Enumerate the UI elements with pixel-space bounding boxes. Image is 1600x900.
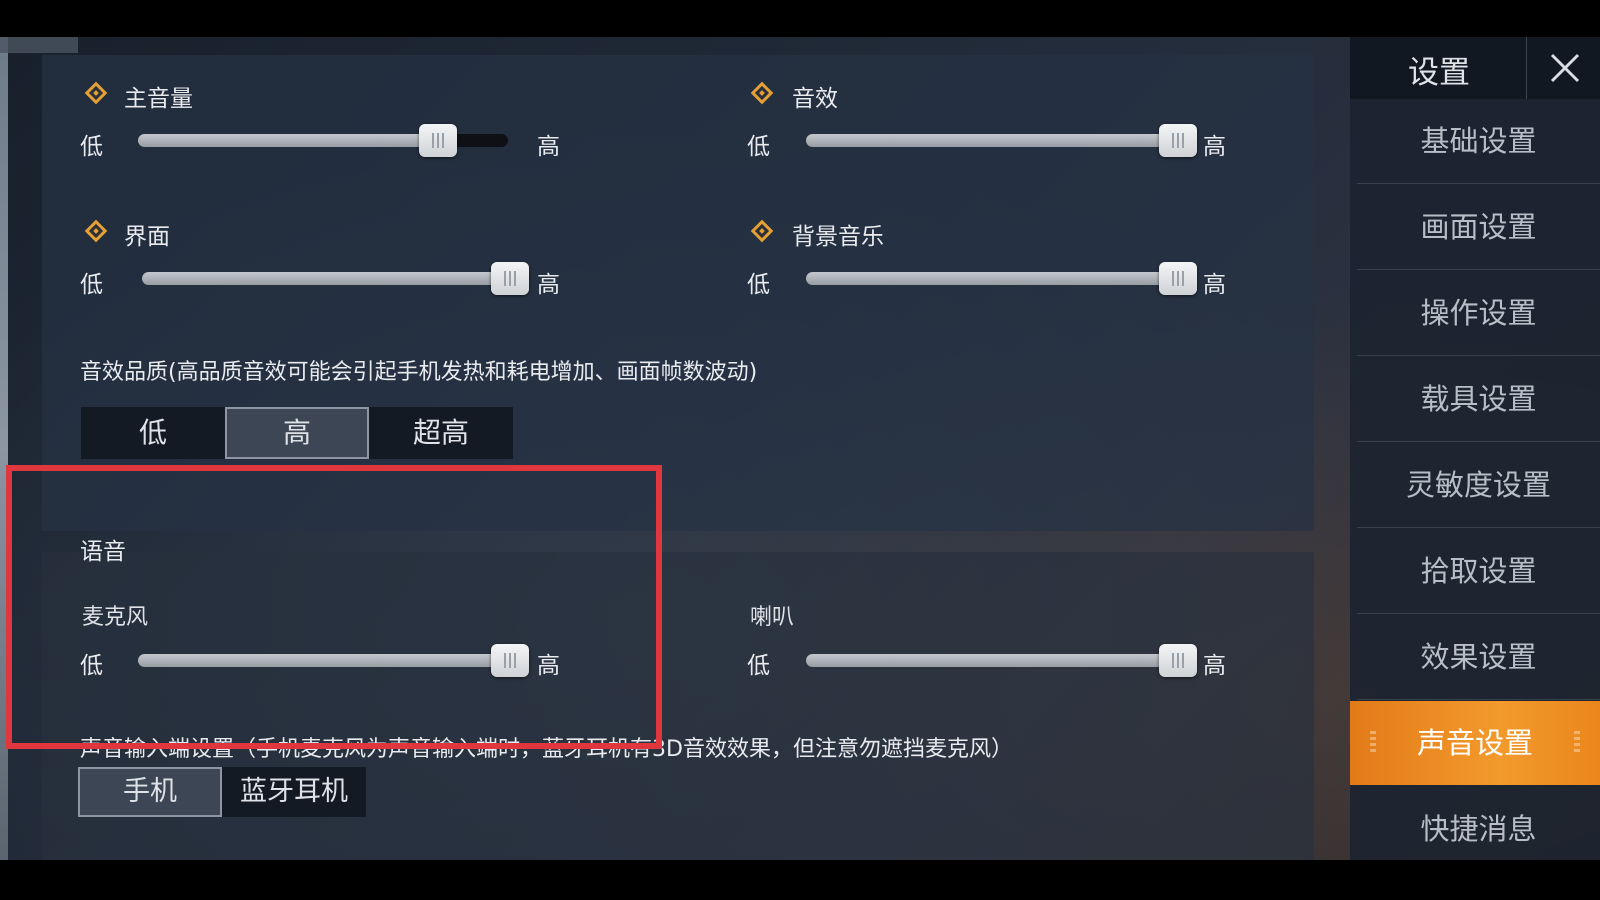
mic-volume-title: 麦克风 <box>82 605 149 630</box>
bgm-volume-fill <box>806 272 1178 285</box>
bgm-volume-slider[interactable] <box>806 262 1197 295</box>
mic-volume-fill <box>138 654 510 667</box>
quality-option-high[interactable]: 高 <box>225 407 369 459</box>
game-settings-screen: 主音量 低 高 音效 低 高 界面 低 高 背景音乐 低 高 音效品质(高品质音… <box>0 37 1600 860</box>
ui-volume-slider[interactable] <box>142 262 529 295</box>
sound-quality-title: 音效品质(高品质音效可能会引起手机发热和耗电增加、画面帧数波动) <box>80 360 758 385</box>
speaker-volume-thumb[interactable] <box>1159 644 1197 677</box>
settings-title: 设置 <box>1408 55 1470 91</box>
ui-volume-fill <box>142 272 510 285</box>
master-volume-title: 主音量 <box>124 86 193 112</box>
speaker-volume-slider[interactable] <box>806 644 1197 677</box>
bgm-volume-high-label: 高 <box>1203 272 1226 298</box>
ui-volume-low-label: 低 <box>80 272 103 298</box>
partial-header-fragment <box>0 37 78 53</box>
sound-quality-segmented-control: 低 高 超高 <box>81 407 513 459</box>
input-device-segmented-control: 手机 蓝牙耳机 <box>78 767 366 817</box>
speaker-volume-fill <box>806 654 1178 667</box>
sfx-volume-slider[interactable] <box>806 124 1197 157</box>
quality-option-ultra[interactable]: 超高 <box>369 407 513 459</box>
mic-volume-thumb[interactable] <box>491 644 529 677</box>
sfx-volume-title: 音效 <box>792 86 838 112</box>
input-option-phone[interactable]: 手机 <box>78 767 222 817</box>
master-volume-low-label: 低 <box>80 134 103 160</box>
volume-panel <box>42 55 1314 531</box>
master-volume-slider[interactable] <box>138 124 508 157</box>
speaker-volume-title: 喇叭 <box>750 605 795 630</box>
left-edge-strip <box>0 37 8 860</box>
bgm-volume-title: 背景音乐 <box>792 224 884 250</box>
close-icon <box>1550 53 1580 83</box>
voice-section-title: 语音 <box>80 539 126 565</box>
bgm-volume-low-label: 低 <box>747 272 770 298</box>
master-volume-high-label: 高 <box>537 134 560 160</box>
input-device-note: 声音输入端设置（手机麦克风为声音输入端时，蓝牙耳机有3D音效效果，但注意勿遮挡麦… <box>80 737 1013 762</box>
close-button[interactable] <box>1526 37 1600 99</box>
speaker-volume-low-label: 低 <box>747 653 770 679</box>
sidebar-item-sound[interactable]: 声音设置 <box>1350 701 1600 785</box>
mic-volume-high-label: 高 <box>537 653 560 679</box>
sidebar-item-graphics[interactable]: 画面设置 <box>1357 185 1600 270</box>
master-volume-thumb[interactable] <box>418 124 457 157</box>
sidebar-item-sensitivity[interactable]: 灵敏度设置 <box>1357 443 1600 528</box>
mic-volume-slider[interactable] <box>138 644 529 677</box>
sidebar-item-vehicle[interactable]: 载具设置 <box>1357 357 1600 442</box>
master-volume-fill <box>138 134 438 147</box>
quality-option-low[interactable]: 低 <box>81 407 225 459</box>
sidebar-item-controls[interactable]: 操作设置 <box>1357 271 1600 356</box>
sfx-volume-low-label: 低 <box>747 134 770 160</box>
sidebar-item-pickup[interactable]: 拾取设置 <box>1357 529 1600 614</box>
input-option-bluetooth[interactable]: 蓝牙耳机 <box>222 767 366 817</box>
sidebar-item-basic[interactable]: 基础设置 <box>1357 99 1600 184</box>
speaker-volume-high-label: 高 <box>1203 653 1226 679</box>
ui-volume-thumb[interactable] <box>491 262 529 295</box>
sidebar-item-effects[interactable]: 效果设置 <box>1357 615 1600 700</box>
bgm-volume-thumb[interactable] <box>1159 262 1197 295</box>
sfx-volume-fill <box>806 134 1178 147</box>
ui-volume-title: 界面 <box>124 224 170 250</box>
ui-volume-high-label: 高 <box>537 272 560 298</box>
sfx-volume-thumb[interactable] <box>1159 124 1197 157</box>
sfx-volume-high-label: 高 <box>1203 134 1226 160</box>
mic-volume-low-label: 低 <box>80 653 103 679</box>
sidebar-item-quick-message[interactable]: 快捷消息 <box>1357 787 1600 860</box>
